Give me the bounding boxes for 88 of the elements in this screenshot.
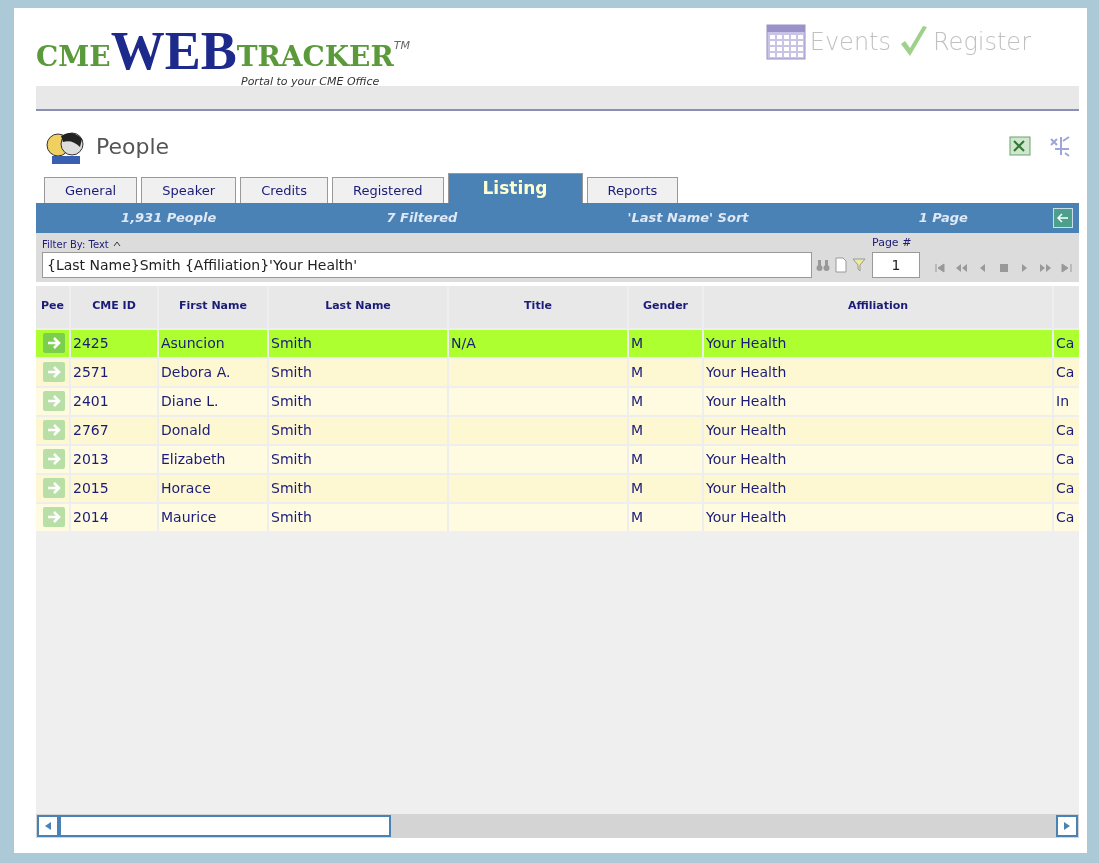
- right-triangle-icon: [1063, 821, 1071, 831]
- scroll-left-button[interactable]: [37, 815, 59, 837]
- logo-text: CME: [36, 39, 111, 75]
- table-cell: Maurice: [159, 503, 267, 531]
- column-header: Last Name: [269, 285, 447, 328]
- first-page-icon[interactable]: [934, 261, 947, 274]
- column-header: Gender: [629, 285, 702, 328]
- scrollbar-thumb[interactable]: [59, 815, 391, 837]
- table-cell: Horace: [159, 474, 267, 502]
- column-header: Pee: [36, 285, 69, 328]
- tab[interactable]: Credits: [240, 177, 328, 203]
- tab[interactable]: General: [44, 177, 138, 203]
- page-label: Page #: [872, 235, 913, 251]
- table-cell: Your Health: [704, 474, 1052, 502]
- table-cell: Ca: [1054, 445, 1079, 473]
- table-cell: Diane L.: [159, 387, 267, 415]
- spreadsheet-icon[interactable]: [1009, 136, 1031, 156]
- table-cell: Your Health: [704, 358, 1052, 386]
- calendar-icon: [765, 24, 806, 60]
- page-title: People: [96, 132, 170, 161]
- table-cell: Your Health: [704, 329, 1052, 357]
- column-header: Affiliation: [704, 285, 1052, 328]
- filter-label: Filter By: Text: [42, 237, 109, 252]
- page-field[interactable]: 1: [872, 251, 920, 278]
- table-cell: Your Health: [704, 445, 1052, 473]
- table-cell: In: [1054, 387, 1079, 415]
- table-cell: N/A: [449, 329, 627, 357]
- table-cell: M: [629, 329, 702, 357]
- rewind-icon[interactable]: [955, 261, 968, 274]
- binoculars-icon[interactable]: [816, 257, 830, 272]
- horizontal-scrollbar[interactable]: [36, 814, 1079, 838]
- table-cell: Your Health: [704, 416, 1052, 444]
- summary-text: 1,931 People: [120, 209, 218, 228]
- column-header: Title: [449, 285, 627, 328]
- left-triangle-icon: [44, 821, 52, 831]
- table-cell: 2767: [71, 416, 157, 444]
- tab[interactable]: Listing: [447, 173, 583, 203]
- summary-text: 'Last Name' Sort: [626, 209, 750, 228]
- table-cell: Smith: [269, 329, 447, 357]
- table-cell: Smith: [269, 358, 447, 386]
- scroll-right-button[interactable]: [1056, 815, 1078, 837]
- column-header: First Name: [159, 285, 267, 328]
- sparkle-icon[interactable]: [1047, 135, 1071, 157]
- stop-icon[interactable]: [997, 261, 1010, 274]
- table-cell: M: [629, 445, 702, 473]
- summary-text: 7 Filtered: [385, 209, 459, 228]
- caret-icon[interactable]: [112, 241, 121, 247]
- table-cell: M: [629, 358, 702, 386]
- table-cell: Your Health: [704, 387, 1052, 415]
- last-page-icon[interactable]: [1060, 261, 1073, 274]
- tab[interactable]: Reports: [586, 177, 679, 203]
- table-cell: M: [629, 387, 702, 415]
- table-cell: 2013: [71, 445, 157, 473]
- document-icon[interactable]: [834, 256, 848, 273]
- trademark-text: TM: [393, 38, 410, 52]
- table-cell: Asuncion: [159, 329, 267, 357]
- table-cell: M: [629, 416, 702, 444]
- table-cell: Ca: [1054, 329, 1079, 357]
- table-cell: Donald: [159, 416, 267, 444]
- table-cell: 2401: [71, 387, 157, 415]
- tab[interactable]: Speaker: [141, 177, 237, 203]
- table-cell: 2571: [71, 358, 157, 386]
- table-cell: Ca: [1054, 474, 1079, 502]
- table-cell: Ca: [1054, 503, 1079, 531]
- table-cell: Smith: [269, 387, 447, 415]
- logo-text: WEB: [110, 24, 237, 78]
- table-cell: Smith: [269, 474, 447, 502]
- table-cell: M: [629, 503, 702, 531]
- table-cell: Elizabeth: [159, 445, 267, 473]
- table-cell: Smith: [269, 503, 447, 531]
- table-cell: Your Health: [704, 503, 1052, 531]
- tab[interactable]: Registered: [332, 177, 444, 203]
- table-cell: 2015: [71, 474, 157, 502]
- table-cell: Ca: [1054, 416, 1079, 444]
- funnel-icon[interactable]: [852, 256, 866, 273]
- summary-text: 1 Page: [917, 209, 969, 228]
- table-cell: Debora A.: [159, 358, 267, 386]
- logo-text: TRACKER: [236, 40, 394, 75]
- fast-forward-icon[interactable]: [1039, 261, 1052, 274]
- filter-field[interactable]: {Last Name}Smith {Affiliation}'Your Health': [42, 251, 812, 278]
- column-header: CME ID: [71, 285, 157, 328]
- table-cell: Smith: [269, 445, 447, 473]
- table-cell: 2425: [71, 329, 157, 357]
- table-cell: 2014: [71, 503, 157, 531]
- table-cell: Ca: [1054, 358, 1079, 386]
- table-cell: M: [629, 474, 702, 502]
- table-cell: Smith: [269, 416, 447, 444]
- tagline-text: Portal to your CME Office: [241, 74, 381, 90]
